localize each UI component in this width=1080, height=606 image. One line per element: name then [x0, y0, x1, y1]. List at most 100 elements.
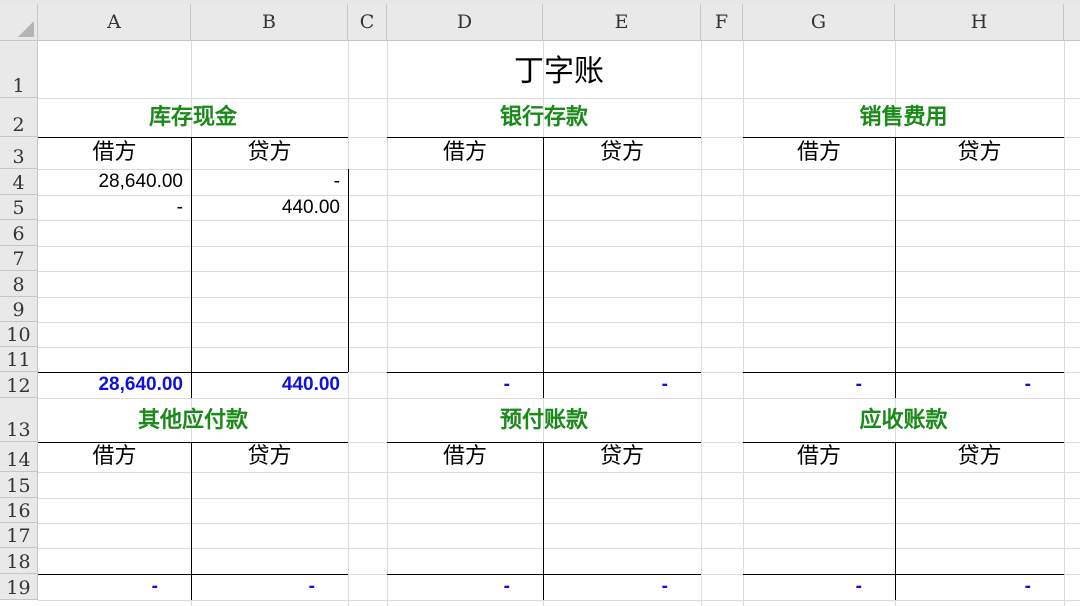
credit-total[interactable]: 440.00	[191, 372, 340, 398]
credit-label[interactable]: 贷方	[191, 442, 348, 472]
row-header[interactable]: 9	[0, 297, 38, 322]
row-header[interactable]: 5	[0, 195, 38, 220]
row-number: 16	[6, 500, 31, 522]
gridline	[1064, 41, 1065, 606]
t-account-divider	[895, 137, 896, 398]
spreadsheet[interactable]: ABCDEFGH 1 2 3 4 5 6 7 8 9 10 11 12 13 14 15 16 17 18 19 丁…	[0, 0, 1080, 606]
row-header[interactable]: 1	[0, 41, 38, 98]
row-number: 8	[12, 274, 25, 296]
account-title[interactable]: 其他应付款	[38, 398, 348, 442]
column-header-f[interactable]: F	[701, 4, 743, 41]
credit-total[interactable]: -	[895, 574, 1031, 600]
row-header[interactable]: 3	[0, 137, 38, 169]
gridline	[38, 600, 1080, 601]
debit-total[interactable]: -	[387, 574, 510, 600]
debit-label[interactable]: 借方	[387, 137, 543, 169]
row-number: 15	[6, 475, 31, 497]
debit-total[interactable]: 28,640.00	[38, 372, 183, 398]
gridline	[38, 472, 1080, 473]
credit-total[interactable]: -	[543, 372, 668, 398]
column-header-c[interactable]: C	[348, 4, 387, 41]
gridline	[38, 347, 1080, 348]
credit-amount[interactable]: -	[191, 169, 340, 195]
row-number: 5	[12, 197, 25, 219]
row-header[interactable]: 16	[0, 498, 38, 523]
debit-label[interactable]: 借方	[38, 137, 191, 169]
column-header-b[interactable]: B	[191, 4, 348, 41]
credit-label[interactable]: 贷方	[543, 442, 701, 472]
row-header[interactable]: 7	[0, 246, 38, 271]
row-header[interactable]: 11	[0, 347, 38, 372]
row-number: 4	[12, 172, 25, 194]
column-header-filler	[1064, 4, 1080, 41]
credit-label[interactable]: 贷方	[895, 442, 1064, 472]
gridline	[38, 548, 1080, 549]
gridline	[38, 322, 1080, 323]
sheet-title[interactable]: 丁字账	[38, 50, 1080, 94]
gridline	[38, 297, 1080, 298]
account-title[interactable]: 销售费用	[743, 98, 1064, 137]
account-title[interactable]: 应收账款	[743, 398, 1064, 442]
select-all-triangle-icon	[18, 21, 34, 37]
column-header-h[interactable]: H	[895, 4, 1064, 41]
row-header[interactable]: 13	[0, 398, 38, 442]
account-title[interactable]: 银行存款	[387, 98, 701, 137]
gridline	[38, 220, 1080, 221]
row-header[interactable]: 4	[0, 169, 38, 195]
debit-total[interactable]: -	[38, 574, 158, 600]
gridline	[38, 498, 1080, 499]
t-account-right-border	[348, 169, 349, 372]
gridline	[38, 271, 1080, 272]
row-number: 17	[6, 525, 31, 547]
column-header-g[interactable]: G	[743, 4, 895, 41]
row-number: 18	[6, 551, 31, 573]
debit-amount[interactable]: 28,640.00	[38, 169, 183, 195]
credit-label[interactable]: 贷方	[543, 137, 701, 169]
credit-label[interactable]: 贷方	[895, 137, 1064, 169]
gridline	[38, 523, 1080, 524]
credit-total[interactable]: -	[543, 574, 668, 600]
row-number: 10	[6, 324, 31, 346]
row-header[interactable]: 10	[0, 322, 38, 347]
row-header[interactable]: 8	[0, 271, 38, 297]
credit-total[interactable]: -	[895, 372, 1031, 398]
row-header[interactable]: 19	[0, 574, 38, 600]
column-header-e[interactable]: E	[543, 4, 701, 41]
account-title[interactable]: 库存现金	[38, 98, 348, 137]
debit-label[interactable]: 借方	[743, 137, 895, 169]
row-header[interactable]: 2	[0, 98, 38, 137]
row-number: 3	[12, 146, 25, 168]
debit-total[interactable]: -	[743, 574, 862, 600]
account-title[interactable]: 预付账款	[387, 398, 701, 442]
row-header[interactable]: 18	[0, 548, 38, 574]
credit-amount[interactable]: 440.00	[191, 195, 340, 220]
column-header-a[interactable]: A	[38, 4, 191, 41]
row-number: 19	[6, 577, 31, 599]
row-number: 13	[6, 419, 31, 441]
credit-total[interactable]: -	[191, 574, 315, 600]
debit-total[interactable]: -	[743, 372, 862, 398]
select-all-corner[interactable]	[0, 4, 38, 41]
row-number: 12	[6, 375, 31, 397]
column-header-d[interactable]: D	[387, 4, 543, 41]
row-number: 1	[12, 75, 25, 97]
debit-label[interactable]: 借方	[743, 442, 895, 472]
credit-label[interactable]: 贷方	[191, 137, 348, 169]
debit-label[interactable]: 借方	[387, 442, 543, 472]
row-number: 7	[12, 248, 25, 270]
row-number: 6	[12, 223, 25, 245]
debit-amount[interactable]: -	[38, 195, 183, 220]
t-account-divider	[543, 137, 544, 398]
row-header[interactable]: 17	[0, 523, 38, 548]
row-header[interactable]: 6	[0, 220, 38, 246]
row-number: 14	[6, 449, 31, 471]
row-header[interactable]: 12	[0, 372, 38, 398]
gridline	[38, 246, 1080, 247]
row-header[interactable]: 15	[0, 472, 38, 498]
debit-label[interactable]: 借方	[38, 442, 191, 472]
debit-total[interactable]: -	[387, 372, 510, 398]
row-number: 2	[12, 114, 25, 136]
row-number: 9	[12, 299, 25, 321]
row-number: 11	[6, 349, 31, 371]
row-header[interactable]: 14	[0, 442, 38, 472]
